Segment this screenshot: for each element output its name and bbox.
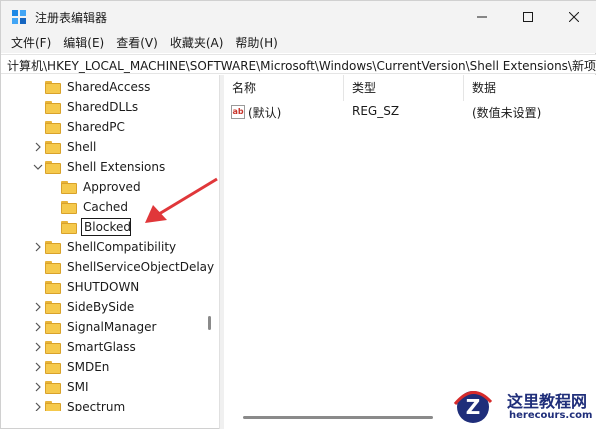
folder-icon: [45, 80, 61, 94]
chevron-down-icon[interactable]: [33, 162, 43, 172]
watermark-name: 这里教程网: [507, 392, 588, 411]
tree-item[interactable]: Spectrum: [35, 397, 126, 411]
menu-bar: 文件(F) 编辑(E) 查看(V) 收藏夹(A) 帮助(H): [1, 33, 596, 53]
tree-item[interactable]: SignalManager: [35, 317, 157, 337]
tree-item[interactable]: SHUTDOWN: [45, 277, 139, 297]
folder-icon: [61, 180, 77, 194]
chevron-right-icon[interactable]: [33, 402, 43, 411]
chevron-right-icon[interactable]: [33, 302, 43, 312]
string-value-icon: ab: [231, 105, 245, 119]
list-horizontal-scrollbar[interactable]: [243, 416, 433, 419]
rename-input[interactable]: Blocked: [81, 218, 131, 236]
watermark-url: herecours.com: [509, 410, 593, 421]
maximize-icon: [523, 12, 533, 22]
key-tree-pane[interactable]: SharedAccess SharedDLLs SharedPC Shell Shell…: [1, 75, 219, 411]
tree-item[interactable]: ShellServiceObjectDelay: [45, 257, 214, 277]
folder-icon: [45, 120, 61, 134]
tree-item-label: SideBySide: [67, 300, 135, 314]
folder-icon: [45, 380, 61, 394]
minimize-icon: [477, 16, 487, 18]
tree-item-label: SmartGlass: [67, 340, 136, 354]
tree-item-label: SMDEn: [67, 360, 110, 374]
chevron-right-icon[interactable]: [33, 382, 43, 392]
registry-editor-icon: [12, 10, 26, 24]
tree-item[interactable]: ShellCompatibility: [35, 237, 177, 257]
folder-icon: [61, 220, 77, 234]
tree-item[interactable]: Cached: [61, 197, 128, 217]
tree-item-label: SMI: [67, 380, 89, 394]
folder-icon: [45, 360, 61, 374]
tree-item[interactable]: SmartGlass: [35, 337, 136, 357]
tree-item[interactable]: Blocked: [61, 217, 131, 237]
folder-icon: [45, 160, 61, 174]
tree-item-label: ShellCompatibility: [67, 240, 177, 254]
tree-item-label: SharedAccess: [67, 80, 151, 94]
tree-item[interactable]: SMDEn: [35, 357, 110, 377]
tree-item[interactable]: Shell: [35, 137, 97, 157]
registry-editor-window: 注册表编辑器 文件(F) 编辑(E) 查看(V) 收藏夹(A) 帮助(H) 计算…: [0, 0, 596, 429]
chevron-right-icon[interactable]: [33, 242, 43, 252]
tree-item-label: SharedPC: [67, 120, 125, 134]
tree-item[interactable]: SharedDLLs: [45, 97, 138, 117]
tree-item-label: SharedDLLs: [67, 100, 139, 114]
menu-favorites[interactable]: 收藏夹(A): [164, 33, 230, 53]
tree-item-label: Approved: [83, 180, 141, 194]
tree-item-label: Shell: [67, 140, 97, 154]
maximize-button[interactable]: [505, 1, 551, 33]
chevron-right-icon[interactable]: [33, 322, 43, 332]
chevron-right-icon[interactable]: [33, 142, 43, 152]
minimize-button[interactable]: [459, 1, 505, 33]
value-name: (默认): [248, 106, 282, 120]
address-path: 计算机\HKEY_LOCAL_MACHINE\SOFTWARE\Microsof…: [7, 59, 596, 73]
value-type: REG_SZ: [352, 104, 400, 118]
folder-icon: [45, 140, 61, 154]
folder-icon: [45, 100, 61, 114]
watermark: Z 这里教程网 herecours.com: [447, 384, 596, 429]
tree-item-label: Cached: [83, 200, 128, 214]
menu-help[interactable]: 帮助(H): [229, 33, 283, 53]
folder-icon: [45, 260, 61, 274]
tree-vertical-scrollbar[interactable]: [208, 316, 211, 330]
close-button[interactable]: [551, 1, 596, 33]
address-bar[interactable]: 计算机\HKEY_LOCAL_MACHINE\SOFTWARE\Microsof…: [1, 54, 596, 74]
tree-item[interactable]: SharedAccess: [45, 77, 150, 97]
column-header-name[interactable]: 名称: [224, 75, 344, 101]
chevron-right-icon[interactable]: [33, 362, 43, 372]
column-header-data[interactable]: 数据: [464, 75, 596, 101]
tree-item-label: Shell Extensions: [67, 160, 166, 174]
tree-item-label: SHUTDOWN: [67, 280, 140, 294]
folder-icon: [45, 240, 61, 254]
tree-item-label: ShellServiceObjectDelay: [67, 260, 215, 274]
list-item[interactable]: ab (默认) REG_SZ (数值未设置): [224, 101, 596, 123]
menu-file[interactable]: 文件(F): [5, 33, 57, 53]
close-icon: [569, 12, 579, 22]
values-list-pane[interactable]: 名称 类型 数据 ab (默认) REG_SZ (数值未设置): [224, 75, 596, 429]
chevron-right-icon[interactable]: [33, 342, 43, 352]
folder-icon: [61, 200, 77, 214]
menu-edit[interactable]: 编辑(E): [57, 33, 110, 53]
window-title: 注册表编辑器: [35, 11, 108, 25]
tree-item[interactable]: SMI: [35, 377, 89, 397]
folder-icon: [45, 320, 61, 334]
column-header-type[interactable]: 类型: [344, 75, 464, 101]
tree-item[interactable]: Approved: [61, 177, 141, 197]
folder-icon: [45, 300, 61, 314]
tree-item[interactable]: Shell Extensions: [33, 157, 166, 177]
folder-icon: [45, 280, 61, 294]
menu-view[interactable]: 查看(V): [110, 33, 164, 53]
folder-icon: [45, 400, 61, 411]
title-bar: 注册表编辑器: [1, 1, 596, 33]
tree-item-label: SignalManager: [67, 320, 157, 334]
tree-item[interactable]: SideBySide: [35, 297, 135, 317]
svg-text:Z: Z: [466, 395, 481, 419]
tree-item[interactable]: SharedPC: [45, 117, 125, 137]
folder-icon: [45, 340, 61, 354]
value-data: (数值未设置): [472, 106, 542, 120]
tree-item-label: Spectrum: [67, 400, 126, 411]
watermark-logo: Z: [453, 391, 493, 423]
